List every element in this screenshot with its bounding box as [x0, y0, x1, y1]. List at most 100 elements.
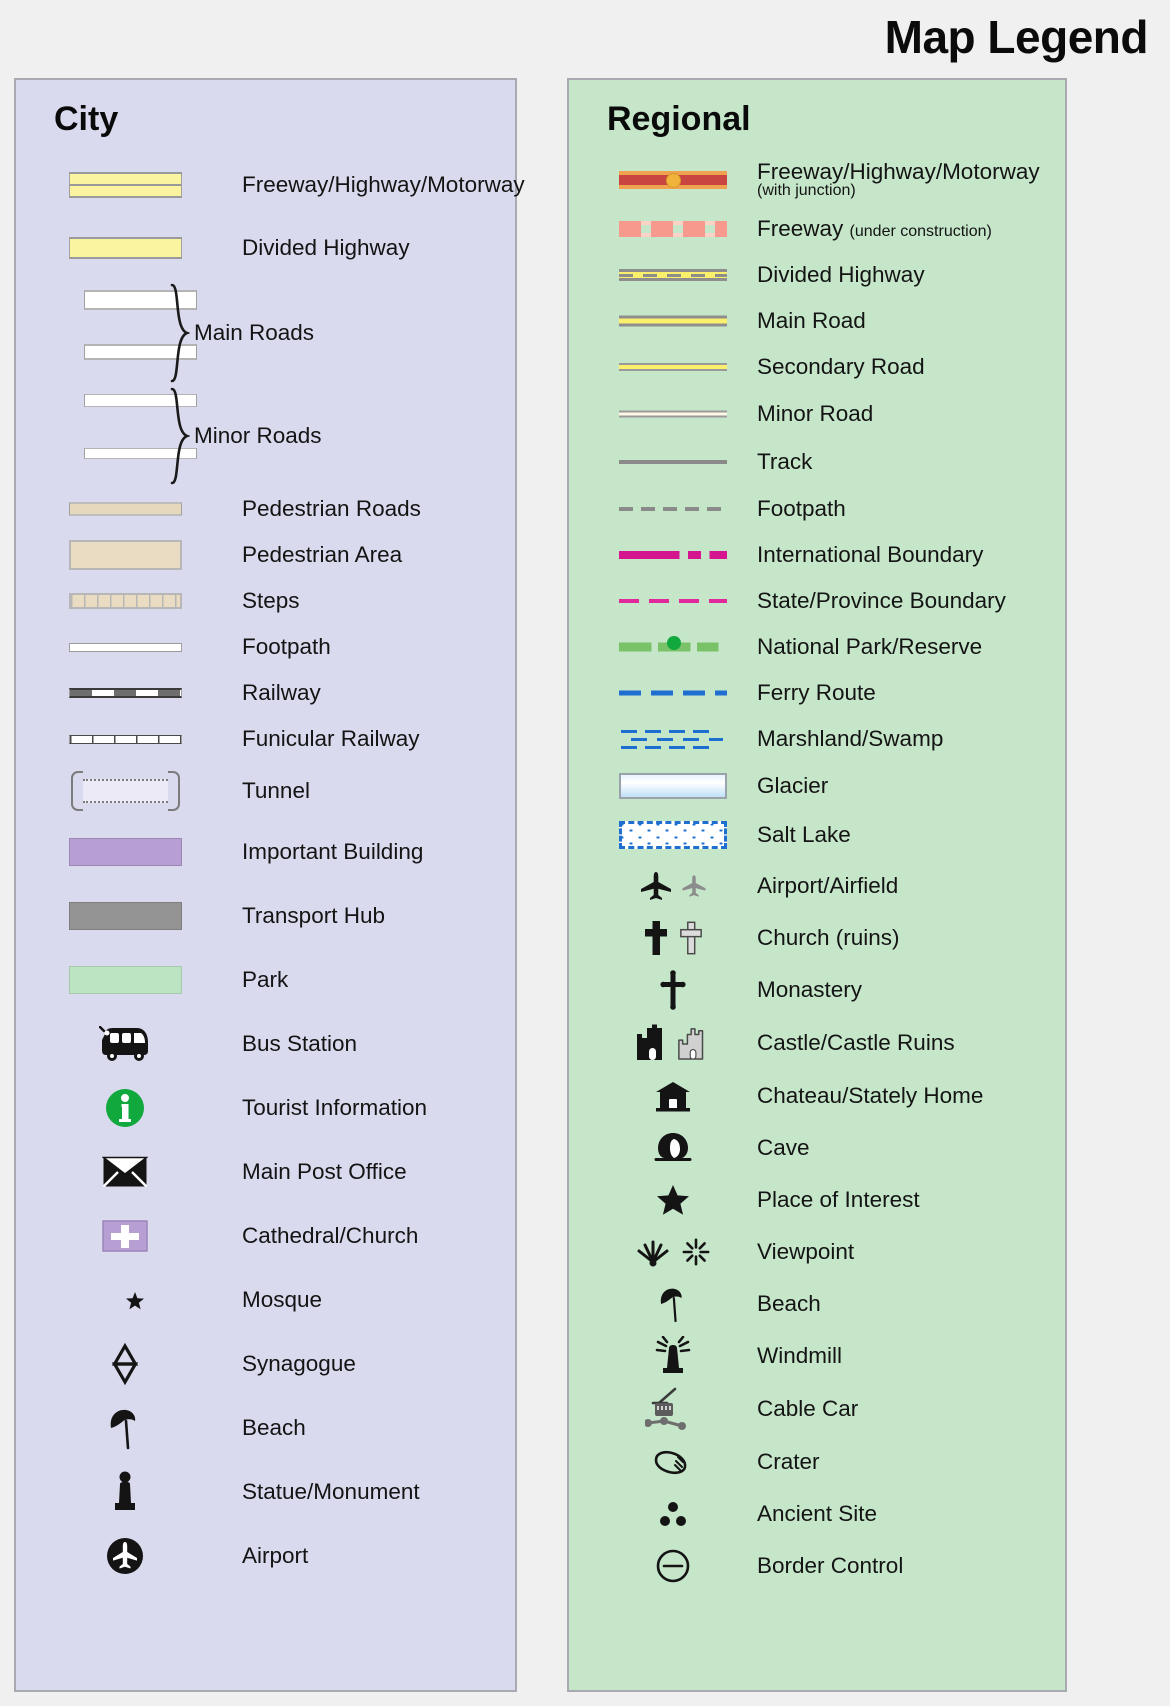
legend-label: Salt Lake: [757, 822, 851, 848]
legend-row-regional-minor-road: Minor Road: [569, 390, 1065, 438]
legend-label: Castle/Castle Ruins: [757, 1030, 955, 1056]
legend-row-city-important-building: Important Building: [16, 820, 515, 884]
legend-row-city-cathedral-church: Cathedral/Church: [16, 1204, 515, 1268]
legend-row-church-ruins: Church (ruins): [569, 912, 1065, 964]
city-tunnel-swatch: [50, 771, 200, 811]
regional-footpath-swatch: [613, 496, 733, 522]
legend-label: Cable Car: [757, 1396, 859, 1422]
marshland-swatch: [613, 726, 733, 752]
legend-row-castle: Castle/Castle Ruins: [569, 1016, 1065, 1070]
legend-label: Footpath: [757, 496, 846, 522]
legend-row-chateau: Chateau/Stately Home: [569, 1070, 1065, 1122]
legend-label: Pedestrian Roads: [242, 496, 421, 522]
regional-track-swatch: [613, 449, 733, 475]
legend-label-text: Freeway/Highway/Motorway: [757, 158, 1040, 184]
legend-label: Tunnel: [242, 778, 310, 804]
legend-label: Church (ruins): [757, 925, 900, 951]
envelope-icon: [50, 1156, 200, 1188]
legend-row-city-main-post-office: Main Post Office: [16, 1140, 515, 1204]
legend-label: Glacier: [757, 773, 829, 799]
city-panel-heading: City: [54, 100, 119, 138]
ancient-site-icon: [613, 1499, 733, 1529]
airplane-icon: [613, 870, 733, 902]
legend-label: Important Building: [242, 839, 424, 865]
regional-legend-panel: Regional Freeway/Highway/Motorway (with …: [567, 78, 1067, 1692]
border-control-icon: [613, 1548, 733, 1584]
legend-row-cave: Cave: [569, 1122, 1065, 1174]
city-legend-panel: City Freeway/Highway/Motorway Divided Hi…: [14, 78, 525, 1692]
legend-row-place-of-interest: Place of Interest: [569, 1174, 1065, 1226]
city-minor-road-swatch-wide: [84, 394, 234, 407]
legend-label: Airport: [242, 1543, 309, 1569]
information-icon: [50, 1087, 200, 1129]
legend-row-city-synagogue: Synagogue: [16, 1332, 515, 1396]
legend-label: Marshland/Swamp: [757, 726, 944, 752]
legend-label: Track: [757, 449, 813, 475]
legend-row-ancient-site: Ancient Site: [569, 1488, 1065, 1540]
viewpoint-icon: [613, 1237, 733, 1267]
city-pedestrian-road-swatch: [50, 502, 200, 516]
legend-label: Tourist Information: [242, 1095, 428, 1121]
ferry-route-swatch: [613, 680, 733, 706]
legend-label-inline: (under construction): [849, 223, 992, 241]
legend-label: Beach: [242, 1415, 306, 1441]
legend-label: Crater: [757, 1449, 820, 1475]
legend-label: Minor Roads: [194, 423, 322, 449]
legend-row-city-statue-monument: Statue/Monument: [16, 1460, 515, 1524]
legend-label: Beach: [757, 1291, 821, 1317]
church-cross-icon: [613, 920, 733, 956]
legend-row-windmill: Windmill: [569, 1330, 1065, 1382]
legend-label: International Boundary: [757, 542, 984, 568]
legend-label: Main Road: [757, 308, 866, 334]
statue-icon: [50, 1470, 200, 1514]
city-pedestrian-area-swatch: [50, 540, 200, 570]
legend-row-city-freeway: Freeway/Highway/Motorway: [16, 156, 525, 214]
regional-freeway-junction-swatch: [613, 167, 733, 193]
chateau-icon: [613, 1080, 733, 1112]
legend-row-regional-divided-highway: Divided Highway: [569, 252, 1065, 298]
legend-row-city-minor-roads: Minor Roads: [16, 386, 515, 486]
legend-label: National Park/Reserve: [757, 634, 983, 660]
legend-label: Monastery: [757, 977, 863, 1003]
legend-label: Statue/Monument: [242, 1479, 420, 1505]
main-roads-brace: [168, 282, 190, 384]
legend-row-regional-track: Track: [569, 438, 1065, 486]
city-freeway-swatch: [50, 172, 200, 198]
legend-label: Pedestrian Area: [242, 542, 403, 568]
legend-row-city-main-roads: Main Roads: [16, 282, 515, 384]
legend-row-viewpoint: Viewpoint: [569, 1226, 1065, 1278]
star-icon: [613, 1184, 733, 1216]
star-of-david-icon: [50, 1343, 200, 1385]
regional-freeway-construction-swatch: [613, 216, 733, 242]
legend-label: Secondary Road: [757, 354, 925, 380]
legend-row-monastery: Monastery: [569, 964, 1065, 1016]
legend-label: Minor Road: [757, 401, 874, 427]
legend-row-regional-freeway-construction: Freeway (under construction): [569, 206, 1065, 252]
legend-label: Chateau/Stately Home: [757, 1083, 984, 1109]
legend-row-national-park: National Park/Reserve: [569, 624, 1065, 670]
legend-label: Border Control: [757, 1553, 904, 1579]
city-main-road-swatch-narrow: [84, 344, 234, 360]
crater-icon: [613, 1448, 733, 1476]
legend-label: Freeway/Highway/Motorway: [242, 172, 525, 198]
regional-minor-road-swatch: [613, 401, 733, 427]
legend-row-city-footpath: Footpath: [16, 624, 515, 670]
state-boundary-swatch: [613, 588, 733, 614]
legend-row-cable-car: Cable Car: [569, 1382, 1065, 1436]
legend-label: Freeway (under construction): [757, 217, 992, 241]
legend-label: Main Post Office: [242, 1159, 407, 1185]
legend-row-regional-freeway: Freeway/Highway/Motorway (with junction): [569, 154, 1065, 206]
legend-row-glacier: Glacier: [569, 762, 1065, 810]
city-divided-highway-swatch: [50, 237, 200, 259]
city-funicular-swatch: [50, 734, 200, 744]
legend-row-international-boundary: International Boundary: [569, 532, 1065, 578]
legend-row-crater: Crater: [569, 1436, 1065, 1488]
glacier-swatch: [613, 771, 733, 801]
city-main-road-swatch-wide: [84, 290, 234, 310]
cathedral-cross-icon: [50, 1220, 200, 1252]
legend-label: Funicular Railway: [242, 726, 420, 752]
beach-umbrella-icon: [50, 1406, 200, 1450]
legend-label: Cave: [757, 1135, 810, 1161]
legend-label-sub: (with junction): [757, 182, 856, 200]
city-park-swatch: [50, 966, 200, 994]
